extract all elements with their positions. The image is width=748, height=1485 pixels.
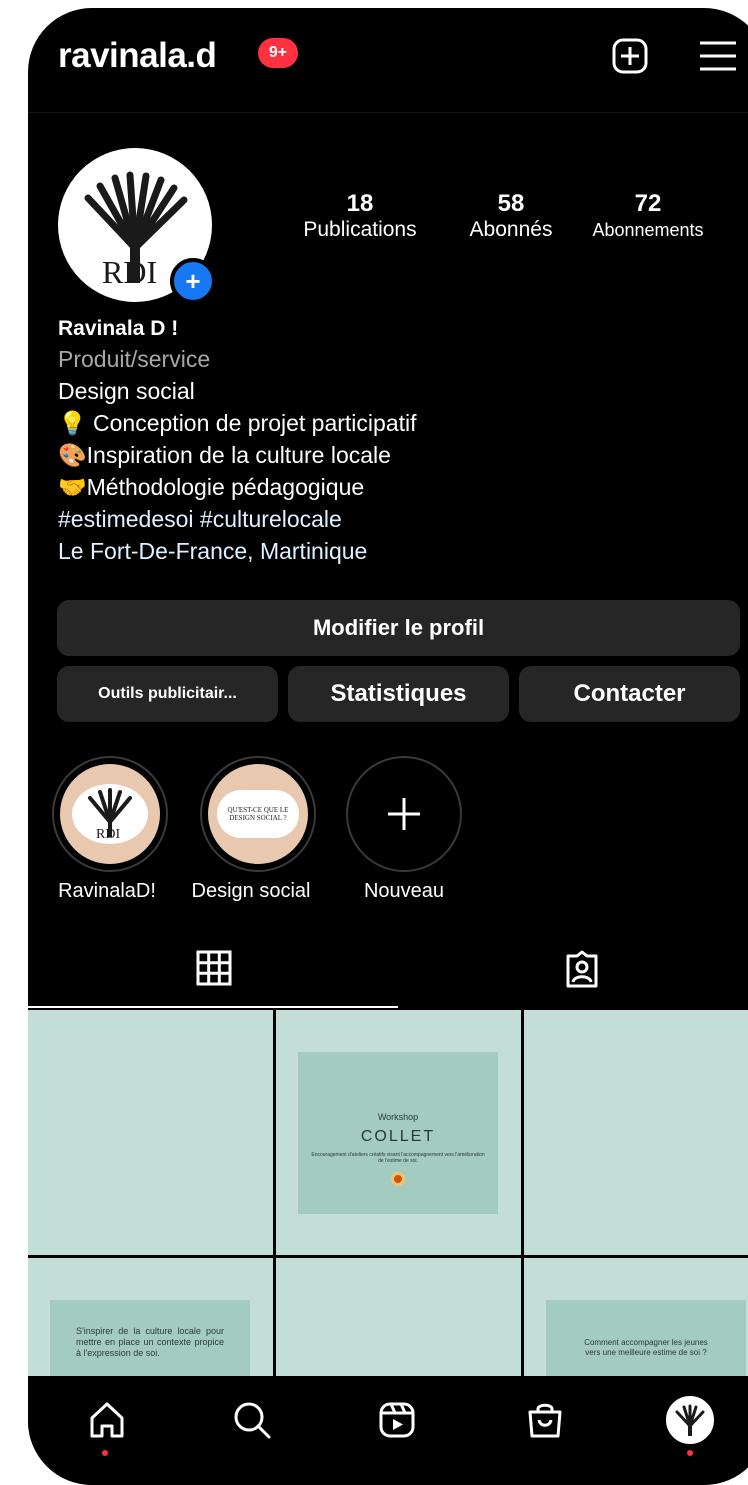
- post-card: S'inspirer de la culture locale pour met…: [50, 1300, 250, 1380]
- post-card: Workshop COLLET Encouragement d'ateliers…: [298, 1052, 498, 1214]
- highlight-cover: QU'EST-CE QUE LE DESIGN SOCIAL ?: [208, 764, 308, 864]
- ad-tools-button[interactable]: Outils publicitair...: [57, 666, 278, 722]
- post-title: COLLET: [360, 1128, 436, 1145]
- bio-location[interactable]: Le Fort-De-France, Martinique: [58, 536, 367, 567]
- highlight-label: RavinalaD!: [58, 880, 156, 902]
- highlight-ravinalad[interactable]: RDI RavinalaD!: [52, 756, 168, 903]
- post-tile[interactable]: Comment accompagner les jeunes vers une …: [524, 1258, 748, 1380]
- post-tile[interactable]: Workshop COLLET Encouragement d'ateliers…: [276, 1010, 521, 1255]
- highlight-label: Design social: [191, 880, 311, 902]
- home-activity-dot: [102, 1450, 108, 1456]
- notification-badge[interactable]: 9+: [258, 38, 298, 68]
- add-story-button[interactable]: +: [170, 258, 216, 304]
- post-tile[interactable]: [276, 1258, 521, 1376]
- profile-name: Ravinala D !: [58, 317, 179, 340]
- bio-line: 🤝Méthodologie pédagogique: [58, 474, 365, 500]
- bio-hashtags[interactable]: #estimedesoi #culturelocale: [58, 504, 342, 535]
- reels-icon[interactable]: [378, 1400, 416, 1440]
- new-highlight-ring: [346, 756, 462, 872]
- post-tile[interactable]: [28, 1010, 273, 1255]
- highlight-design-social[interactable]: QU'EST-CE QUE LE DESIGN SOCIAL ? Design …: [192, 756, 316, 903]
- post-tile[interactable]: S'inspirer de la culture locale pour met…: [28, 1258, 273, 1380]
- bottom-nav: [28, 1376, 748, 1485]
- profile-category: Produit/service: [58, 346, 211, 372]
- post-caption: Comment accompagner les jeunes vers une …: [584, 1338, 708, 1357]
- badge-icon: [391, 1172, 405, 1186]
- highlight-new[interactable]: Nouveau: [346, 756, 462, 903]
- post-caption: S'inspirer de la culture locale pour met…: [76, 1326, 224, 1358]
- bio-line: 🎨Inspiration de la culture locale: [58, 442, 391, 468]
- highlight-ring: QU'EST-CE QUE LE DESIGN SOCIAL ?: [200, 756, 316, 872]
- search-icon[interactable]: [232, 1400, 272, 1440]
- hamburger-menu-icon[interactable]: [698, 40, 738, 72]
- profile-activity-dot: [687, 1450, 693, 1456]
- stat-label: Publications: [303, 218, 417, 241]
- post-card: Comment accompagner les jeunes vers une …: [546, 1300, 746, 1380]
- tagged-person-icon[interactable]: [564, 950, 600, 988]
- grid-icon[interactable]: [196, 950, 232, 986]
- stat-following[interactable]: 72 Abonnements: [578, 190, 718, 242]
- username-header[interactable]: ravinala.d: [58, 36, 217, 76]
- post-caption: Encouragement d'ateliers créatifs visant…: [311, 1152, 485, 1164]
- stat-followers[interactable]: 58 Abonnés: [446, 190, 576, 242]
- profile-avatar[interactable]: [666, 1396, 714, 1444]
- highlight-cover-text: RDI: [96, 827, 120, 842]
- header-divider: [28, 112, 748, 113]
- stat-publications[interactable]: 18 Publications: [290, 190, 430, 242]
- home-icon[interactable]: [88, 1400, 126, 1440]
- active-tab-indicator: [28, 1006, 398, 1008]
- plus-square-icon[interactable]: [612, 38, 648, 74]
- edit-profile-button[interactable]: Modifier le profil: [57, 600, 740, 656]
- contact-button[interactable]: Contacter: [519, 666, 740, 722]
- highlight-label: Nouveau: [363, 880, 445, 902]
- highlight-cover-text: QU'EST-CE QUE LE DESIGN SOCIAL ?: [217, 790, 299, 838]
- highlight-cover: RDI: [60, 764, 160, 864]
- posts-grid: Workshop COLLET Encouragement d'ateliers…: [28, 1010, 748, 1380]
- post-tile[interactable]: [524, 1010, 748, 1255]
- stat-label: Abonnements: [592, 220, 704, 240]
- statistics-button[interactable]: Statistiques: [288, 666, 509, 722]
- stat-value: 58: [497, 190, 525, 217]
- shop-icon[interactable]: [526, 1400, 564, 1440]
- stat-value: 18: [346, 190, 374, 217]
- stat-label: Abonnés: [469, 218, 553, 241]
- phone-screen: ravinala.d 9+ RDI + 18 Publications 58 A…: [28, 8, 748, 1485]
- bio-line: Design social: [58, 378, 195, 404]
- bio-line: 💡 Conception de projet participatif: [58, 410, 417, 436]
- plus-icon: [388, 798, 420, 830]
- post-small-title: Workshop: [377, 1112, 419, 1122]
- highlight-ring: RDI: [52, 756, 168, 872]
- avatar-text: RDI: [102, 254, 157, 290]
- stat-value: 72: [634, 190, 662, 217]
